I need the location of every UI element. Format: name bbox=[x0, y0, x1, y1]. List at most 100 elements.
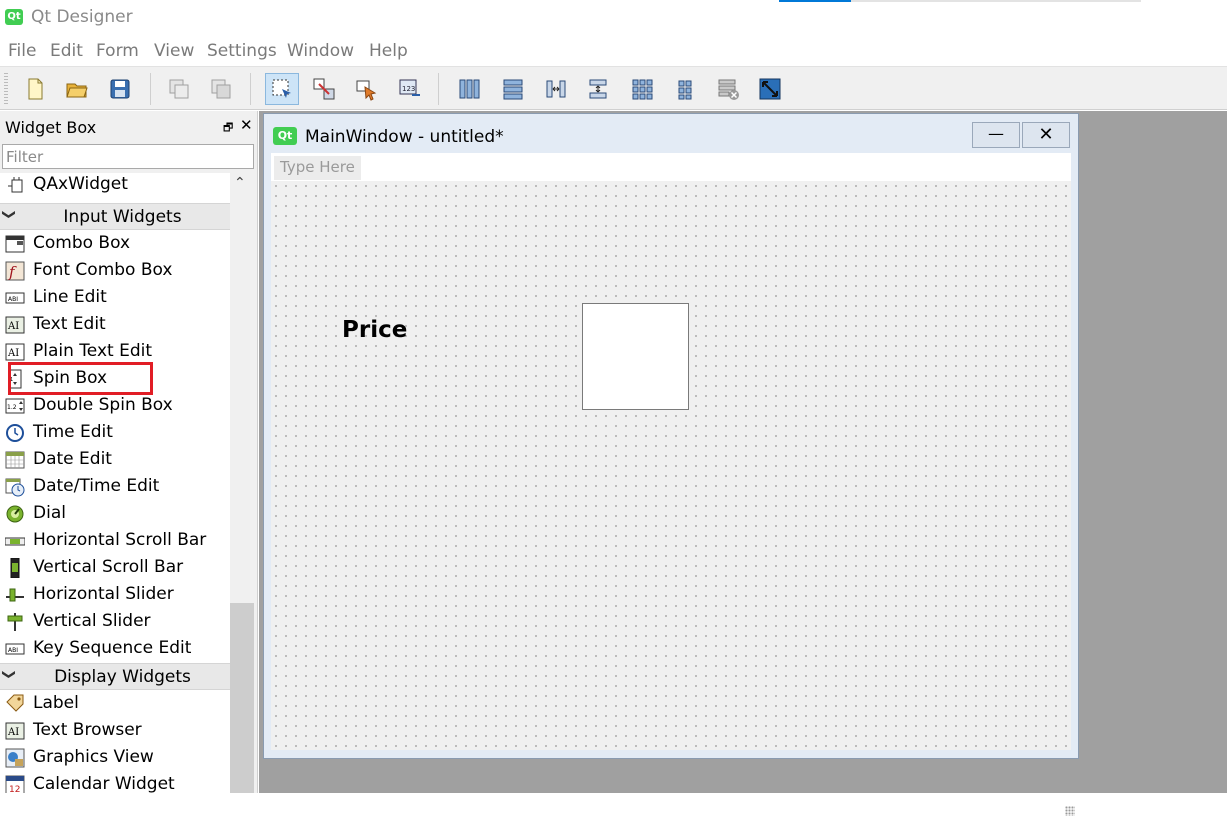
widget-item-date-time-edit[interactable]: Date/Time Edit bbox=[0, 473, 230, 500]
layout-horizontal-splitter-button[interactable] bbox=[539, 73, 573, 105]
svg-text:1.2: 1.2 bbox=[7, 404, 17, 411]
adjust-size-button[interactable] bbox=[753, 73, 787, 105]
widget-item-label: Dial bbox=[33, 503, 66, 523]
widget-item-graphics-view[interactable]: Graphics View bbox=[0, 744, 230, 771]
widget-filter-input[interactable] bbox=[2, 144, 254, 169]
widget-item-dial[interactable]: Dial bbox=[0, 500, 230, 527]
layout-horizontal-button[interactable] bbox=[452, 73, 486, 105]
toolbar-separator bbox=[438, 73, 439, 105]
edit-tab-order-button[interactable]: 123 bbox=[393, 73, 427, 105]
menu-settings[interactable]: Settings bbox=[207, 41, 277, 61]
menu-window[interactable]: Window bbox=[287, 41, 354, 61]
layout-vertical-button[interactable] bbox=[496, 73, 530, 105]
date-time-edit-icon bbox=[5, 478, 25, 497]
text-edit-icon: AI bbox=[5, 316, 25, 334]
widget-item-vertical-slider[interactable]: Vertical Slider bbox=[0, 608, 230, 635]
widget-item-key-sequence-edit[interactable]: ABI Key Sequence Edit bbox=[0, 635, 230, 662]
menu-help[interactable]: Help bbox=[369, 41, 408, 61]
widget-item-double-spin-box[interactable]: 1.2 Double Spin Box bbox=[0, 392, 230, 419]
svg-text:AI: AI bbox=[7, 348, 19, 359]
category-label: Input Widgets bbox=[63, 207, 182, 227]
app-title-bar: Qt Qt Designer bbox=[0, 0, 1227, 36]
edit-widgets-icon bbox=[272, 79, 291, 98]
qt-logo-icon: Qt bbox=[5, 9, 23, 25]
widget-item-date-edit[interactable]: Date Edit bbox=[0, 446, 230, 473]
layout-form-button[interactable] bbox=[668, 73, 702, 105]
open-form-button[interactable] bbox=[60, 73, 94, 105]
copy-button[interactable] bbox=[162, 73, 196, 105]
save-form-button[interactable] bbox=[103, 73, 137, 105]
widget-item-combo-box[interactable]: Combo Box bbox=[0, 230, 230, 257]
date-edit-icon bbox=[5, 451, 25, 469]
font-combo-box-icon: f bbox=[5, 261, 25, 281]
menu-edit[interactable]: Edit bbox=[50, 41, 83, 61]
float-panel-icon[interactable]: 🗗 bbox=[223, 119, 233, 138]
close-panel-icon[interactable]: ✕ bbox=[240, 116, 253, 134]
widget-item-label: Double Spin Box bbox=[33, 395, 173, 415]
widget-box-panel: Widget Box 🗗 ✕ QAxWidget ❯ Input Widgets… bbox=[0, 111, 258, 793]
widget-item-label: Combo Box bbox=[33, 233, 131, 253]
widget-item-label: Horizontal Slider bbox=[33, 584, 174, 604]
edit-buddies-button[interactable] bbox=[350, 73, 384, 105]
widget-item-qaxwidget[interactable]: QAxWidget bbox=[0, 173, 230, 198]
edit-widgets-button[interactable] bbox=[265, 73, 299, 105]
type-here-menu-placeholder[interactable]: Type Here bbox=[274, 156, 361, 180]
double-spin-box-icon: 1.2 bbox=[5, 398, 25, 414]
svg-text:AI: AI bbox=[7, 321, 19, 332]
widget-item-plain-text-edit[interactable]: AI Plain Text Edit bbox=[0, 338, 230, 365]
widget-box-header: Widget Box 🗗 ✕ bbox=[0, 111, 258, 141]
window-accent-strip-grey bbox=[851, 0, 1141, 2]
layout-vertical-splitter-button[interactable] bbox=[581, 73, 615, 105]
price-label[interactable]: Price bbox=[342, 317, 407, 343]
toolbar-separator bbox=[250, 73, 251, 105]
app-title: Qt Designer bbox=[31, 7, 133, 27]
spin-box-highlight bbox=[8, 362, 153, 395]
form-canvas[interactable]: Price bbox=[271, 181, 1075, 816]
widget-item-vertical-scroll-bar[interactable]: Vertical Scroll Bar bbox=[0, 554, 230, 581]
menu-view[interactable]: View bbox=[154, 41, 194, 61]
toolbar-separator bbox=[150, 73, 151, 105]
widget-item-text-browser[interactable]: AI Text Browser bbox=[0, 717, 230, 744]
widget-item-horizontal-scroll-bar[interactable]: Horizontal Scroll Bar bbox=[0, 527, 230, 554]
edit-signals-slots-button[interactable] bbox=[307, 73, 341, 105]
close-button[interactable]: ✕ bbox=[1022, 122, 1070, 148]
layout-grid-button[interactable] bbox=[625, 73, 659, 105]
category-display-widgets[interactable]: ❯ Display Widgets bbox=[0, 663, 230, 690]
form-title-bar[interactable]: Qt MainWindow - untitled* — ✕ bbox=[264, 114, 1078, 152]
widget-item-line-edit[interactable]: ABI Line Edit bbox=[0, 284, 230, 311]
horizontal-slider-icon bbox=[6, 588, 24, 602]
widget-item-calendar-widget[interactable]: 12 Calendar Widget bbox=[0, 771, 230, 793]
widget-item-label: Horizontal Scroll Bar bbox=[33, 530, 207, 550]
widget-item-text-edit[interactable]: AI Text Edit bbox=[0, 311, 230, 338]
widget-list-scrollbar[interactable]: ⌃ bbox=[230, 173, 254, 793]
toolbar-grip[interactable] bbox=[4, 73, 8, 105]
chevron-up-icon[interactable]: ⌃ bbox=[234, 175, 246, 191]
widget-item-label: Vertical Slider bbox=[33, 611, 151, 631]
resize-grip[interactable] bbox=[1065, 806, 1075, 816]
scrollbar-thumb[interactable] bbox=[230, 603, 254, 793]
menu-form[interactable]: Form bbox=[96, 41, 139, 61]
widget-item-time-edit[interactable]: Time Edit bbox=[0, 419, 230, 446]
svg-text:AI: AI bbox=[7, 727, 19, 738]
widget-item-label[interactable]: Label bbox=[0, 690, 230, 717]
layout-horizontal-icon bbox=[459, 79, 480, 99]
vertical-slider-icon bbox=[7, 613, 23, 631]
break-layout-button[interactable] bbox=[711, 73, 745, 105]
paste-button[interactable] bbox=[204, 73, 238, 105]
widget-item-label: Font Combo Box bbox=[33, 260, 173, 280]
svg-text:ABI: ABI bbox=[8, 647, 18, 654]
widget-item-label: Text Edit bbox=[33, 314, 106, 334]
edit-buddies-icon bbox=[356, 80, 377, 101]
new-form-button[interactable] bbox=[18, 73, 52, 105]
main-toolbar: 123 bbox=[0, 66, 1227, 110]
widget-item-label: Vertical Scroll Bar bbox=[33, 557, 184, 577]
placed-widget-box[interactable] bbox=[582, 303, 689, 410]
menu-file[interactable]: File bbox=[8, 41, 36, 61]
minimize-button[interactable]: — bbox=[972, 122, 1020, 148]
category-input-widgets[interactable]: ❯ Input Widgets bbox=[0, 203, 230, 230]
horizontal-scroll-bar-icon bbox=[5, 537, 25, 546]
widget-item-font-combo-box[interactable]: f Font Combo Box bbox=[0, 257, 230, 284]
widget-item-label: Date Edit bbox=[33, 449, 112, 469]
edit-tab-order-icon: 123 bbox=[399, 79, 420, 96]
widget-item-horizontal-slider[interactable]: Horizontal Slider bbox=[0, 581, 230, 608]
